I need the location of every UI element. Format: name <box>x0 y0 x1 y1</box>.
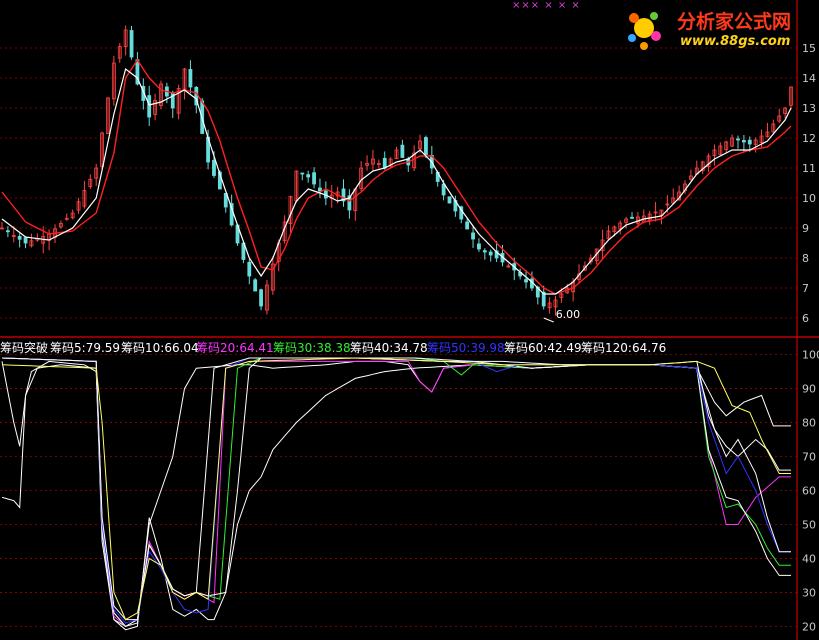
indicator-panel-grid <box>0 354 797 627</box>
chip-line-2 <box>1 357 791 628</box>
candle-body <box>630 216 634 219</box>
indicator-tick-label: 100 <box>802 349 819 362</box>
chip-line-7 <box>1 357 791 621</box>
legend-s50-name: 筹码50 <box>427 341 467 355</box>
candle-body <box>424 137 428 155</box>
indicator-tick-label: 40 <box>802 552 816 565</box>
candle-body <box>259 289 263 307</box>
legend-s60-value: 42.49 <box>547 341 582 355</box>
legend-s50: 筹码50:39.98 <box>427 341 505 355</box>
indicator-tick-label: 80 <box>802 417 816 430</box>
candle-body <box>477 243 481 250</box>
watermark-site-name: 分析家公式网 <box>677 11 792 33</box>
candle-body <box>5 230 10 233</box>
chip-line-0 <box>1 360 791 627</box>
candle-body <box>482 250 487 253</box>
price-tick-label: 6 <box>802 312 809 325</box>
candle-body <box>147 95 152 118</box>
legend-s10-value: 66.04 <box>164 341 199 355</box>
legend-s50-value: 39.98 <box>470 341 505 355</box>
chip-breakout-lines <box>1 357 791 631</box>
candle-body <box>253 279 258 292</box>
legend-s20-value: 64.41 <box>239 341 274 355</box>
candle-body <box>465 221 470 230</box>
price-tick-label: 9 <box>802 222 809 235</box>
legend-s60-name: 筹码60 <box>504 341 544 355</box>
candle-body <box>488 251 493 256</box>
candle-body <box>306 174 311 178</box>
chip-line-1 <box>1 364 791 631</box>
price-tick-label: 10 <box>802 192 816 205</box>
price-tick-label: 12 <box>802 132 816 145</box>
candle-body <box>471 232 475 240</box>
ma-white-line <box>1 67 792 295</box>
candle-body <box>188 69 193 88</box>
candle-body <box>212 159 216 176</box>
candle-body <box>312 172 316 185</box>
chip-line-3 <box>1 357 791 628</box>
legend-s30: 筹码30:38.38 <box>273 341 351 355</box>
legend-s60: 筹码60:42.49 <box>504 341 582 355</box>
indicator-tick-label: 30 <box>802 586 816 599</box>
annotation-pointer <box>543 317 554 323</box>
candle-body <box>300 172 305 175</box>
candle-body <box>747 139 752 145</box>
price-tick-label: 7 <box>802 282 809 295</box>
annotation-label: 6.00 <box>556 308 581 321</box>
candle-body <box>318 187 322 192</box>
candle-body <box>382 157 387 169</box>
indicator-tick-label: 50 <box>802 518 816 531</box>
legend-s120: 筹码120:64.76 <box>581 341 667 355</box>
legend-s120-name: 筹码120 <box>581 341 628 355</box>
moving-average-lines <box>1 58 792 295</box>
legend-s40: 筹码40:34.78 <box>350 341 428 355</box>
price-tick-label: 11 <box>802 162 816 175</box>
legend-s5-value: 79.59 <box>85 341 121 355</box>
legend-s20-name: 筹码20 <box>196 341 236 355</box>
candle-body <box>400 144 405 158</box>
legend-s30-value: 38.38 <box>316 341 351 355</box>
candle-body <box>447 196 452 204</box>
candle-body <box>441 183 446 196</box>
price-tick-label: 13 <box>802 102 816 115</box>
header-marks: ××× × × × <box>512 0 581 11</box>
indicator-tick-label: 70 <box>802 451 816 464</box>
legend-s10-name: 筹码10 <box>121 341 161 355</box>
price-tick-label: 14 <box>802 72 816 85</box>
legend-s120-value: 64.76 <box>631 341 667 355</box>
legend-s10: 筹码10:66.04 <box>121 341 199 355</box>
candle-body <box>17 236 22 240</box>
chip-line-4 <box>1 357 791 628</box>
indicator-title: 筹码突破 <box>0 341 49 355</box>
legend-s30-name: 筹码30 <box>273 341 313 355</box>
chip-line-6 <box>1 357 791 621</box>
candle-body <box>247 261 252 277</box>
candle-body <box>129 30 134 58</box>
indicator-tick-label: 60 <box>802 485 816 498</box>
candle-body <box>524 279 528 283</box>
legend-s5-name: 筹码5 <box>50 341 82 355</box>
candle-body <box>736 138 740 141</box>
candlestick-series <box>0 25 793 316</box>
logo-star-icon <box>628 12 661 50</box>
price-tick-label: 8 <box>802 252 809 265</box>
watermark-url: www.88gs.com <box>680 34 791 49</box>
legend-s20: 筹码20:64.41 <box>196 341 274 355</box>
legend-s40-value: 34.78 <box>393 341 428 355</box>
indicator-tick-label: 20 <box>802 620 816 633</box>
candle-body <box>741 140 746 143</box>
indicator-tick-label: 90 <box>802 383 816 396</box>
legend-s5: 筹码5:79.59 <box>50 341 121 355</box>
legend-s40-name: 筹码40 <box>350 341 390 355</box>
chart-stage: 67891011121314152030405060708090100 16.9… <box>0 0 819 640</box>
ma-red-line <box>1 58 792 295</box>
candle-body <box>23 237 28 244</box>
